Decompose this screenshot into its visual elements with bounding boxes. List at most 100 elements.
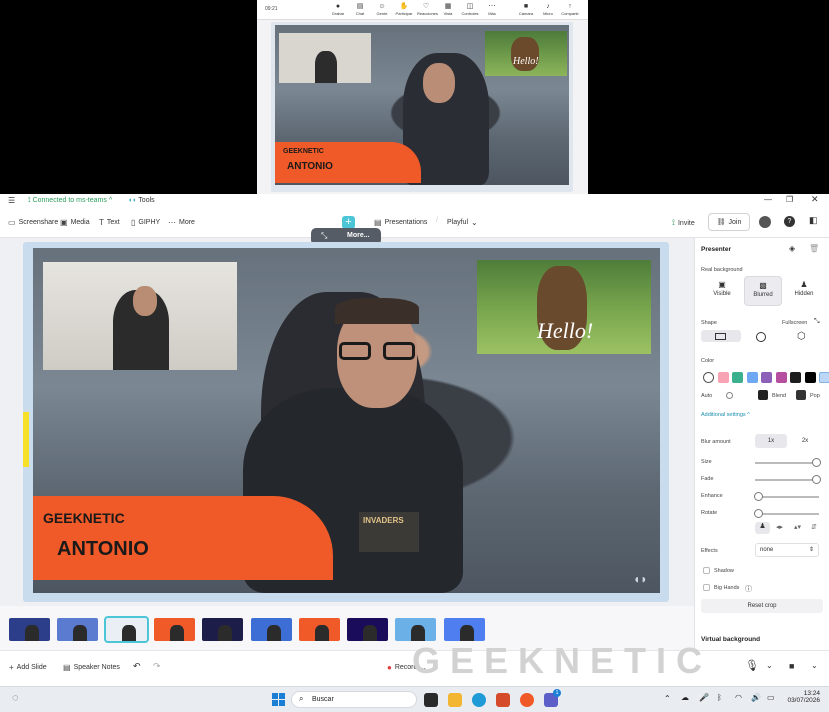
presentations-button[interactable]: ▤ Presentations	[374, 218, 427, 227]
add-slide-button[interactable]: + Add Slide	[9, 663, 47, 672]
bg-option-visible[interactable]: ▣ Visible	[703, 276, 741, 306]
color-swatch[interactable]	[775, 372, 787, 383]
flip-horizontal-icon[interactable]: ◂▸	[776, 523, 783, 531]
camera-overlay[interactable]	[43, 262, 237, 370]
chevron-down-icon[interactable]: ⌄	[811, 661, 818, 670]
teams-button-11[interactable]: ☎Salir	[583, 2, 589, 16]
teams-button-8[interactable]: ■ Cámara	[517, 2, 535, 16]
auto-toggle[interactable]	[726, 392, 733, 399]
effects-select[interactable]: none ⇕	[755, 543, 819, 557]
invite-button[interactable]: ⟟ Invite	[672, 218, 695, 228]
pop-icon[interactable]	[796, 390, 806, 400]
blur-2x-button[interactable]: 2x	[791, 434, 819, 448]
teams-button-9[interactable]: ♪ Micro	[539, 2, 557, 16]
text-button[interactable]: T Text	[99, 218, 120, 227]
panel-toggle-icon[interactable]: ◧	[809, 215, 818, 226]
help-icon[interactable]: ?	[784, 216, 795, 227]
file-explorer-icon[interactable]	[448, 693, 462, 707]
presenter-video[interactable]: INVADERS Hello! GEEKNETIC ANTONIO ◖◗	[33, 248, 660, 593]
bg-option-blurred[interactable]: ▩ Blurred	[744, 276, 782, 306]
menu-icon[interactable]: ☰	[8, 196, 15, 205]
resize-icon[interactable]: ⤡	[321, 231, 327, 241]
expand-icon[interactable]: ⤡	[814, 318, 820, 326]
theme-dropdown[interactable]: Playful ⌄	[447, 218, 478, 227]
shadow-checkbox[interactable]	[703, 567, 710, 574]
color-swatch[interactable]	[746, 372, 758, 383]
color-swatch[interactable]	[819, 372, 829, 383]
slide-thumbnail[interactable]	[443, 618, 485, 641]
shape-circle[interactable]	[756, 332, 766, 342]
slide-thumbnail[interactable]	[103, 616, 149, 643]
task-view-icon[interactable]	[424, 693, 438, 707]
teams-button-7[interactable]: ⋯ Más	[483, 2, 501, 16]
color-swatch[interactable]	[790, 372, 801, 383]
chevron-down-icon[interactable]: ⌄	[766, 661, 773, 670]
teams-button-10[interactable]: ↑ Compartir	[561, 2, 579, 16]
shape-rectangle[interactable]	[701, 330, 741, 342]
additional-settings-toggle[interactable]: Additional settings ^	[701, 412, 750, 418]
info-icon[interactable]: ⓘ	[745, 584, 752, 594]
teams-button-6[interactable]: ◫ Controles	[461, 2, 479, 16]
taskbar-search[interactable]: ⌕ Buscar	[291, 691, 417, 708]
color-swatch[interactable]	[717, 372, 729, 383]
slide-thumbnail[interactable]	[153, 618, 195, 641]
mic-tray-icon[interactable]: 🎤	[699, 693, 709, 702]
camera-icon[interactable]: ■	[789, 661, 794, 671]
size-slider[interactable]	[755, 458, 821, 467]
avatar[interactable]	[759, 216, 771, 228]
layers-icon[interactable]: ◈	[789, 244, 795, 253]
teams-button-2[interactable]: ☺ Gente	[373, 2, 391, 16]
slide-thumbnail[interactable]	[347, 618, 389, 641]
rotate-slider-knob[interactable]	[754, 509, 763, 518]
teams-button-1[interactable]: ▤ Chat	[351, 2, 369, 16]
slide-thumbnail[interactable]	[298, 618, 340, 641]
join-button[interactable]: ⛓ Join	[708, 213, 750, 231]
presentation-app-icon[interactable]	[520, 693, 534, 707]
color-swatch[interactable]	[732, 372, 743, 383]
minimize-icon[interactable]: —	[764, 195, 772, 204]
teams-button-0[interactable]: ● Grabar	[329, 2, 347, 16]
more-button[interactable]: ⋯ More	[168, 218, 195, 227]
speaker-notes-button[interactable]: ▤ Speaker Notes	[63, 663, 120, 672]
teams-button-4[interactable]: ♡ Reacciones	[417, 2, 438, 16]
blur-1x-button[interactable]: 1x	[755, 434, 787, 448]
clock[interactable]: 13:24 03/07/2026	[786, 690, 820, 704]
teams-button-3[interactable]: ✋ Participar	[395, 2, 413, 16]
undo-icon[interactable]: ↶	[133, 661, 141, 672]
edge-icon[interactable]	[472, 693, 486, 707]
media-button[interactable]: ▣ Media	[60, 218, 90, 227]
slide-thumbnail[interactable]	[395, 618, 437, 641]
bg-option-hidden[interactable]: ♟ Hidden	[785, 276, 823, 306]
microphone-icon[interactable]: 🎙	[745, 659, 759, 672]
slide-thumbnail[interactable]	[9, 618, 50, 641]
store-icon[interactable]	[496, 693, 510, 707]
slide-thumbnail[interactable]	[250, 618, 292, 641]
align-person-button[interactable]: ♟	[755, 522, 770, 534]
blend-icon[interactable]	[758, 390, 768, 400]
battery-icon[interactable]: ▭	[767, 693, 775, 702]
restore-icon[interactable]: ❐	[786, 195, 793, 204]
more-pill-button[interactable]: More...	[347, 232, 370, 239]
volume-icon[interactable]: 🔊	[751, 693, 761, 702]
color-swatch[interactable]	[761, 372, 772, 383]
slide-thumbnail[interactable]	[202, 618, 244, 641]
big-hands-checkbox[interactable]	[703, 584, 710, 591]
bear-gif-overlay[interactable]: Hello!	[477, 260, 651, 354]
bluetooth-icon[interactable]: ᛒ	[717, 693, 722, 702]
reset-crop-button[interactable]: Reset crop	[701, 599, 823, 613]
fade-slider[interactable]	[755, 475, 821, 484]
fullscreen-label[interactable]: Fullscreen	[782, 320, 807, 326]
color-swatch[interactable]	[804, 372, 816, 383]
rotate-slider[interactable]	[754, 509, 819, 518]
enhance-slider-knob[interactable]	[754, 492, 763, 501]
name-card[interactable]: GEEKNETIC ANTONIO	[33, 496, 333, 580]
redo-icon[interactable]: ↷	[153, 661, 161, 672]
flip-vertical-icon[interactable]: ▴▾	[794, 523, 801, 531]
color-swatch[interactable]	[703, 372, 714, 383]
connection-status[interactable]: ⟟ Connected to ms-teams ^	[28, 197, 112, 205]
teams-button-5[interactable]: ▦ Vista	[439, 2, 457, 16]
tools-menu[interactable]: ◖◗ Tools	[128, 197, 155, 204]
start-icon[interactable]	[272, 693, 285, 706]
chevron-up-icon[interactable]: ⌃	[664, 694, 671, 703]
fade-slider-knob[interactable]	[812, 475, 821, 484]
